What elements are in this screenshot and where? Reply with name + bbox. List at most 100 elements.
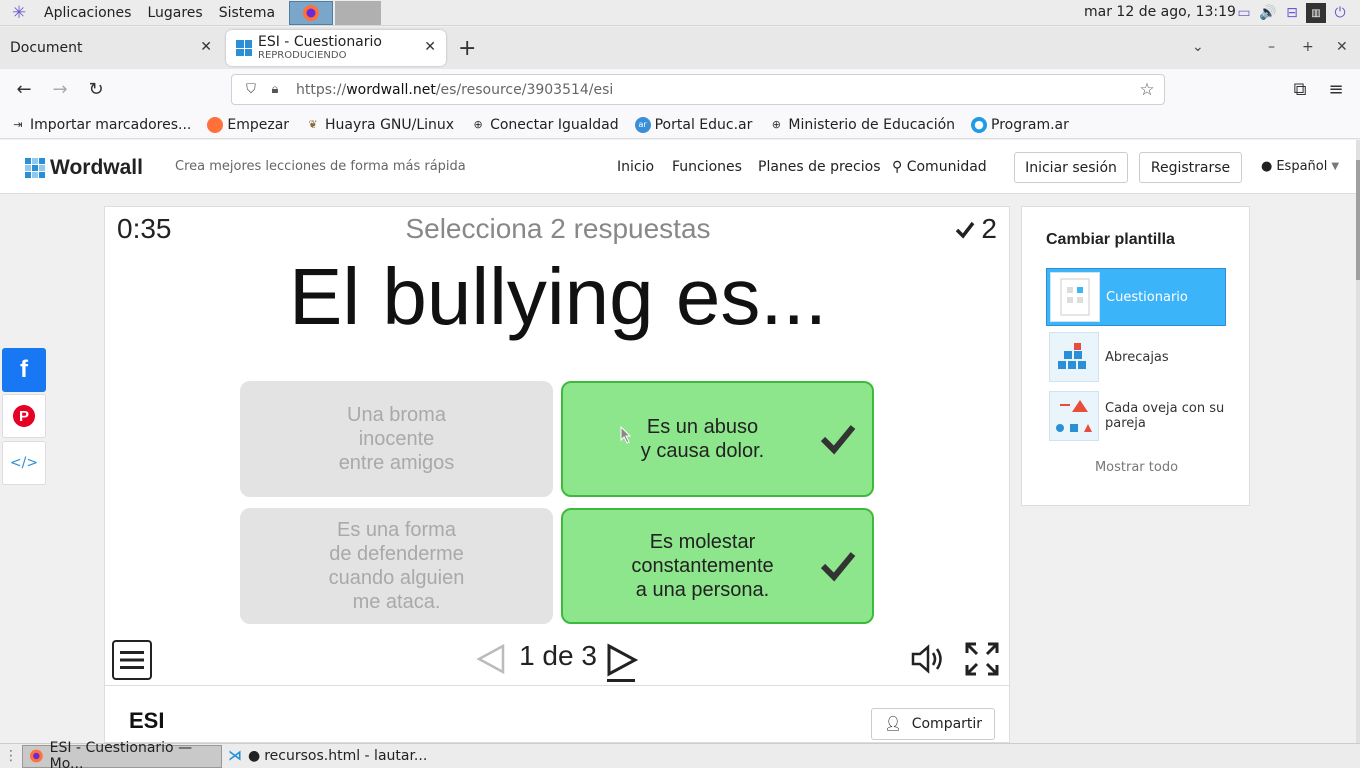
nav-planes[interactable]: Planes de precios	[758, 159, 881, 175]
globe-icon: ●	[1261, 159, 1273, 174]
vscode-icon: ⋊	[228, 748, 242, 764]
firefox-icon	[303, 4, 320, 21]
sound-toggle-button[interactable]	[910, 643, 946, 679]
address-bar[interactable]: ⛉ 🔒︎ https://wordwall.net/es/resource/39…	[231, 74, 1165, 105]
template-label: Cada oveja con su pareja	[1105, 401, 1225, 431]
tab-document[interactable]: Document ✕	[0, 30, 222, 66]
answer-option-2[interactable]: Es un abuso y causa dolor.	[561, 381, 874, 497]
bookmark-portal-educar[interactable]: ar Portal Educ.ar	[634, 116, 752, 133]
hamburger-menu-icon[interactable]: ≡	[1324, 79, 1348, 100]
huayra-logo-icon[interactable]: ✳	[8, 2, 30, 24]
brand-name: Wordwall	[50, 156, 143, 179]
question-text: El bullying es...	[288, 252, 828, 341]
bookmark-empezar[interactable]: Empezar	[207, 116, 289, 133]
tab-esi-cuestionario[interactable]: ESI - Cuestionario REPRODUCIENDO ✕	[226, 30, 446, 66]
nav-funciones[interactable]: Funciones	[672, 159, 742, 175]
bookmark-huayra[interactable]: ❦ Huayra GNU/Linux	[305, 117, 454, 133]
navigation-bar: ← → ↻ ⛉ 🔒︎ https://wordwall.net/es/resou…	[0, 69, 1360, 111]
battery-icon[interactable]: ▭	[1234, 3, 1254, 23]
firefox-launcher[interactable]	[289, 0, 334, 25]
firefox-icon	[29, 749, 43, 763]
taskbar-handle-icon: ⋮	[4, 748, 18, 764]
keyboard-icon[interactable]: ▥	[1306, 3, 1326, 23]
template-label: Abrecajas	[1105, 349, 1169, 365]
wordwall-mark-icon	[25, 158, 45, 178]
nav-comunidad[interactable]: ⚲ Comunidad	[892, 159, 987, 175]
forward-icon[interactable]: →	[48, 79, 72, 100]
page-scrollbar[interactable]	[1356, 140, 1360, 743]
firefox-icon	[207, 116, 224, 133]
user-share-icon: 👤︎	[883, 716, 902, 732]
menu-lugares[interactable]: Lugares	[139, 5, 210, 21]
quiz-game-area: 0:35 Selecciona 2 respuestas 2 El bullyi…	[104, 206, 1010, 686]
network-icon[interactable]: ⊟	[1282, 3, 1302, 23]
bookmark-importar[interactable]: ⇥ Importar marcadores...	[10, 117, 191, 133]
workspace-switcher[interactable]	[335, 0, 382, 25]
mouse-cursor-icon	[620, 426, 632, 444]
reload-icon[interactable]: ↻	[84, 79, 108, 100]
minimize-icon[interactable]: –	[1268, 39, 1275, 55]
language-selector[interactable]: ● Español ▼	[1261, 159, 1339, 174]
facebook-icon: f	[20, 356, 28, 383]
checkmark-icon	[820, 425, 856, 455]
url-text[interactable]: https://wordwall.net/es/resource/3903514…	[296, 82, 613, 98]
page-indicator: 1 de 3	[519, 640, 597, 671]
globe-icon: ⊕	[473, 118, 483, 131]
close-tab-icon[interactable]: ✕	[200, 39, 212, 55]
search-icon: ⚲	[892, 159, 903, 175]
site-header: Wordwall Crea mejores lecciones de forma…	[0, 140, 1356, 194]
resource-info: ESI 👤︎ Compartir	[104, 686, 1010, 743]
unsaved-dot-icon: ●	[248, 748, 261, 764]
next-question-button[interactable]	[605, 643, 639, 687]
shield-icon[interactable]: ⛉	[242, 81, 260, 99]
taskbar-item-firefox[interactable]: ESI - Cuestionario — Mo...	[22, 740, 222, 768]
template-abrecajas[interactable]: Abrecajas	[1046, 328, 1226, 386]
register-button[interactable]: Registrarse	[1139, 152, 1242, 183]
maximize-icon[interactable]: +	[1302, 39, 1314, 55]
share-button[interactable]: 👤︎ Compartir	[871, 708, 995, 740]
system-clock[interactable]: mar 12 de ago, 13:19	[1084, 4, 1236, 20]
close-window-icon[interactable]: ✕	[1336, 39, 1348, 55]
new-tab-button[interactable]: +	[458, 36, 476, 61]
template-cuestionario[interactable]: Cuestionario	[1046, 268, 1226, 326]
menu-sistema[interactable]: Sistema	[211, 5, 283, 21]
tab-playing-status: REPRODUCIENDO	[258, 50, 347, 62]
login-button[interactable]: Iniciar sesión	[1014, 152, 1128, 183]
bookmark-ministerio[interactable]: ⊕ Ministerio de Educación	[768, 117, 955, 133]
embed-button[interactable]: </>	[2, 441, 46, 485]
volume-icon[interactable]: 🔊	[1258, 3, 1278, 23]
answer-label: Es un abuso y causa dolor.	[640, 416, 765, 462]
power-icon[interactable]: ⏻	[1330, 3, 1350, 23]
taskbar: ⋮ ESI - Cuestionario — Mo... ⋊ ● recurso…	[0, 740, 1360, 768]
system-panel: ✳ Aplicaciones Lugares Sistema mar 12 de…	[0, 0, 1360, 26]
pinterest-share-button[interactable]: P	[2, 394, 46, 438]
resource-title: ESI	[129, 708, 165, 733]
back-icon[interactable]: ←	[12, 79, 36, 100]
menu-aplicaciones[interactable]: Aplicaciones	[36, 5, 139, 21]
answer-option-1[interactable]: Una broma inocente entre amigos	[240, 381, 553, 497]
triangle-right-icon	[607, 643, 639, 682]
system-tray: ▭ 🔊 ⊟ ▥ ⏻	[1234, 3, 1350, 23]
bookmark-program-ar[interactable]: ● Program.ar	[971, 116, 1069, 133]
tab-title: Document	[10, 40, 83, 56]
close-tab-icon[interactable]: ✕	[424, 39, 436, 55]
bookmark-star-icon[interactable]: ☆	[1138, 80, 1156, 100]
answer-option-3[interactable]: Es una forma de defenderme cuando alguien m…	[240, 508, 553, 624]
template-cada-oveja[interactable]: Cada oveja con su pareja	[1046, 387, 1226, 445]
fullscreen-button[interactable]	[964, 641, 1000, 681]
boxes-thumbnail-icon	[1049, 332, 1099, 382]
checkmark-icon	[956, 221, 975, 239]
nav-inicio[interactable]: Inicio	[617, 159, 654, 175]
matching-thumbnail-icon	[1049, 391, 1099, 441]
facebook-share-button[interactable]: f	[2, 348, 46, 392]
taskbar-item-vscode[interactable]: ⋊ ● recursos.html - lautar...	[222, 745, 433, 768]
bookmark-conectar-igualdad[interactable]: ⊕ Conectar Igualdad	[470, 117, 618, 133]
list-tabs-icon[interactable]: ⌄	[1192, 39, 1204, 55]
wordwall-logo[interactable]: Wordwall	[25, 156, 143, 180]
lock-icon[interactable]: 🔒︎	[266, 81, 284, 99]
answer-label: Una broma inocente entre amigos	[338, 404, 455, 474]
tagline: Crea mejores lecciones de forma más rápi…	[175, 159, 466, 174]
show-all-link[interactable]: Mostrar todo	[1022, 460, 1251, 475]
answer-option-4[interactable]: Es molestar constantemente a una persona.	[561, 508, 874, 624]
extensions-icon[interactable]: ⧉	[1288, 79, 1312, 100]
